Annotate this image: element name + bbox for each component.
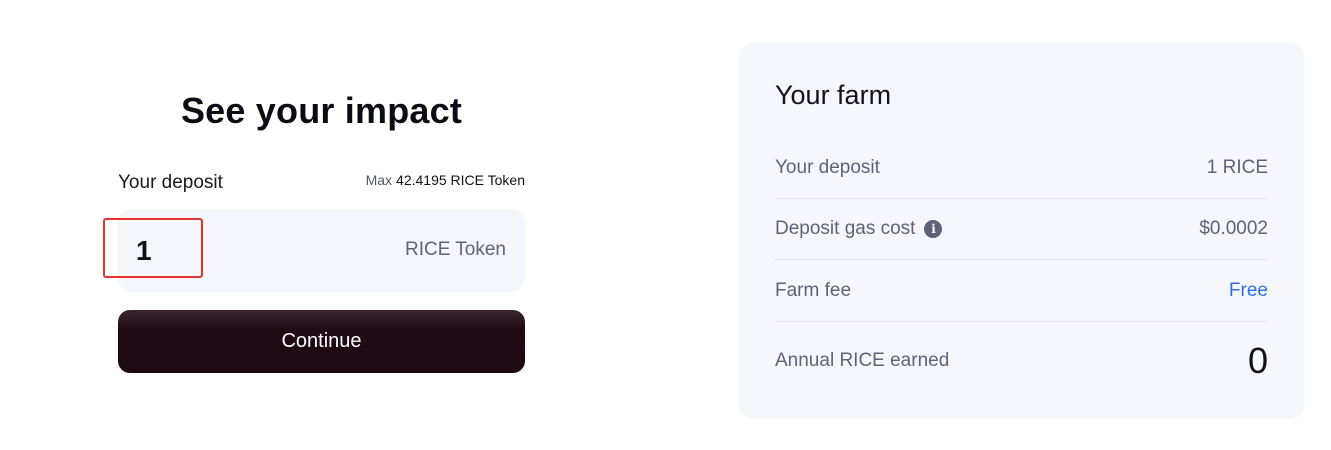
row-value: 1 RICE: [1206, 156, 1268, 178]
row-label: Annual RICE earned: [775, 350, 950, 371]
token-suffix: RICE Token: [404, 239, 506, 260]
farm-row-deposit: Your deposit 1 RICE: [775, 137, 1268, 199]
row-label-gas: Deposit gas cost i: [775, 218, 943, 240]
page-title: See your impact: [180, 90, 463, 131]
farm-summary-card: Your farm Your deposit 1 RICE Deposit ga…: [739, 43, 1304, 419]
row-label: Farm fee: [775, 279, 852, 301]
deposit-input-box: RICE Token: [118, 209, 525, 292]
farm-row-gas-cost: Deposit gas cost i $0.0002: [775, 199, 1268, 260]
continue-button[interactable]: Continue: [118, 310, 525, 373]
farm-row-fee: Farm fee Free: [775, 260, 1268, 322]
row-label: Your deposit: [775, 156, 880, 178]
max-value: 42.4195 RICE Token: [396, 172, 525, 188]
annual-earned-value: 0: [1247, 340, 1268, 381]
row-label-text: Deposit gas cost: [775, 218, 916, 239]
info-icon[interactable]: i: [924, 220, 943, 238]
deposit-label: Your deposit: [118, 172, 223, 193]
farm-row-annual-earned: Annual RICE earned 0: [775, 322, 1268, 400]
max-balance[interactable]: Max 42.4195 RICE Token: [366, 172, 525, 188]
deposit-amount-input[interactable]: [136, 233, 256, 269]
farm-title: Your farm: [775, 80, 892, 110]
max-label: Max: [365, 172, 393, 188]
row-value: $0.0002: [1199, 218, 1268, 239]
farm-fee-value: Free: [1228, 279, 1268, 301]
